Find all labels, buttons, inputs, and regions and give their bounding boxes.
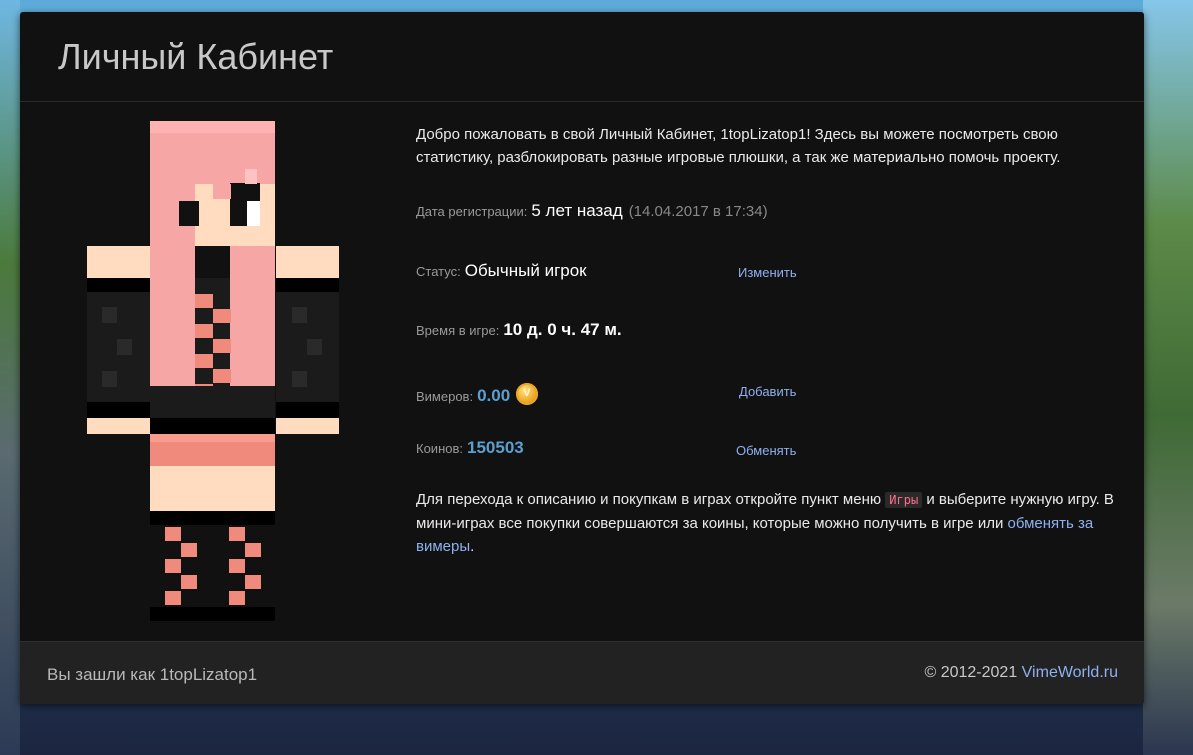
games-hint-part1: Для перехода к описанию и покупкам в игр… [416,491,882,508]
vimers-row: Вимеров: 0.00 [416,379,539,405]
coins-value: 150503 [467,438,524,457]
logged-in-text: Вы зашли как 1topLizatop1 [47,665,258,684]
coins-label: Коинов: [416,441,463,456]
playtime-value: 10 д. 0 ч. 47 м. [503,320,622,339]
account-info: Добро пожаловать в свой Личный Кабинет, … [416,123,1126,555]
playtime-row: Время в игре: 10 д. 0 ч. 47 м. [416,320,622,346]
registration-row: Дата регистрации: 5 лет назад (14.04.201… [416,201,768,227]
copyright-text: © 2012-2021 [924,664,1018,681]
vimers-label: Вимеров: [416,389,474,404]
games-hint-text: Для перехода к описанию и покупкам в игр… [416,488,1126,558]
registration-label: Дата регистрации: [416,204,528,219]
page-title: Личный Кабинет [58,35,334,77]
background-left [0,0,20,755]
registration-value: 5 лет назад [531,201,623,220]
change-status-link[interactable]: Изменить [738,265,797,280]
status-value: Обычный игрок [464,261,587,280]
vimers-value: 0.00 [477,386,511,405]
background-right [1143,0,1193,755]
copyright: © 2012-2021 VimeWorld.ru [924,664,1118,682]
status-label: Статус: [416,264,461,279]
vimeworld-link[interactable]: VimeWorld.ru [1022,664,1118,681]
games-hint-end: . [470,538,475,555]
status-row: Статус: Обычный игрок [416,261,587,287]
coins-row: Коинов: 150503 [416,438,524,464]
player-skin-image [87,121,339,621]
panel-footer: Вы зашли как 1topLizatop1 © 2012-2021 Vi… [20,641,1144,704]
games-menu-badge: Игры [885,492,923,508]
coin-icon [516,383,539,405]
add-vimers-link[interactable]: Добавить [739,384,796,399]
exchange-coins-link[interactable]: Обменять [736,443,796,458]
panel-header: Личный Кабинет [20,12,1144,102]
welcome-text: Добро пожаловать в свой Личный Кабинет, … [416,126,1061,166]
account-panel: Личный Кабинет Добро пожаловать в свой Л… [20,12,1144,704]
playtime-label: Время в игре: [416,323,500,338]
registration-date: (14.04.2017 в 17:34) [628,203,768,220]
